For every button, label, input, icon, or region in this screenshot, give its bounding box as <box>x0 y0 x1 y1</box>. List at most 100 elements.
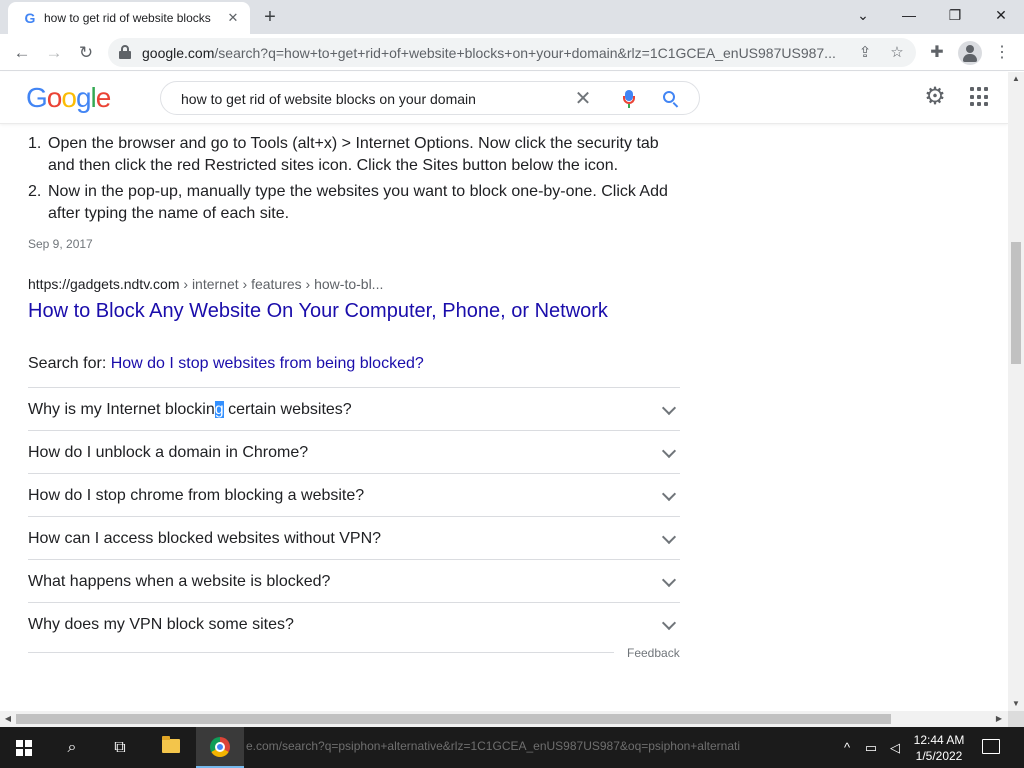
paa-question-row[interactable]: Why is my Internet blocking certain webs… <box>28 387 680 430</box>
paa-question-part: Why is my Internet blockin <box>28 401 215 418</box>
profile-avatar-icon[interactable] <box>958 41 982 65</box>
paa-question: How do I unblock a domain in Chrome? <box>28 444 309 461</box>
search-for-suggestion: Search for: How do I stop websites from … <box>28 355 424 373</box>
reload-icon[interactable]: ↻ <box>73 40 99 66</box>
paa-question-part: certain websites? <box>223 401 352 418</box>
ghost-url-text: e.com/search?q=psiphon+alternative&rlz=1… <box>246 739 740 753</box>
windows-logo-icon <box>16 740 32 756</box>
logo-letter: e <box>95 82 112 113</box>
url-path: /search?q=how+to+get+rid+of+website+bloc… <box>214 45 836 61</box>
search-for-label: Search for: <box>28 355 111 372</box>
volume-muted-icon[interactable]: ◁ <box>884 727 906 768</box>
forward-arrow-icon[interactable]: → <box>41 40 67 66</box>
tray-overflow-chevron-icon[interactable]: ^ <box>836 727 858 768</box>
browser-toolbar: ← → ↻ google.com/search?q=how+to+get+rid… <box>0 34 1024 71</box>
paa-question: Why does my VPN block some sites? <box>28 616 294 633</box>
close-window-button[interactable]: ✕ <box>986 4 1016 26</box>
vertical-scroll-thumb[interactable] <box>1011 242 1021 364</box>
paa-question-row[interactable]: How do I unblock a domain in Chrome? <box>28 430 680 473</box>
network-icon[interactable]: ▭ <box>860 727 882 768</box>
back-arrow-icon[interactable]: ← <box>9 40 35 66</box>
scroll-up-arrow-icon[interactable]: ▲ <box>1008 73 1024 85</box>
tab-title: how to get rid of website blocks <box>44 11 211 25</box>
result-breadcrumb[interactable]: https://gadgets.ndtv.com › internet › fe… <box>28 276 383 292</box>
feedback-link[interactable]: Feedback <box>627 646 680 660</box>
notification-center-icon[interactable] <box>982 739 1000 754</box>
system-clock[interactable]: 12:44 AM 1/5/2022 <box>906 732 972 764</box>
browser-menu-icon[interactable]: ⋮ <box>990 40 1014 66</box>
windows-taskbar: ⌕ ⧉ e.com/search?q=psiphon+alternative&r… <box>0 727 1024 768</box>
url-text[interactable]: google.com/search?q=how+to+get+rid+of+we… <box>142 45 842 61</box>
minimize-button[interactable]: — <box>894 4 924 26</box>
search-box[interactable]: how to get rid of website blocks on your… <box>160 81 700 115</box>
logo-letter: o <box>61 82 77 113</box>
google-favicon-icon: G <box>24 10 36 26</box>
logo-letter: g <box>75 82 92 113</box>
scroll-down-arrow-icon[interactable]: ▼ <box>1008 698 1024 710</box>
settings-gear-icon[interactable]: ⚙ <box>922 84 948 110</box>
microphone-icon[interactable] <box>617 87 641 111</box>
new-tab-button[interactable]: + <box>258 5 282 29</box>
clock-date: 1/5/2022 <box>915 749 963 763</box>
step-text: Now in the pop-up, manually type the web… <box>48 183 668 222</box>
step-number: 1. <box>28 135 42 152</box>
paa-question-row[interactable]: How do I stop chrome from blocking a web… <box>28 473 680 516</box>
paa-question: Why is my Internet blocking certain webs… <box>28 401 352 419</box>
browser-tab[interactable]: G how to get rid of website blocks ✕ <box>8 2 250 34</box>
paa-question-row[interactable]: Why does my VPN block some sites? <box>28 602 680 645</box>
chevron-down-icon[interactable] <box>661 486 677 502</box>
tab-strip: G how to get rid of website blocks ✕ + ⌄… <box>0 0 1024 34</box>
chevron-down-icon[interactable] <box>661 443 677 459</box>
selected-text: g <box>214 401 224 418</box>
url-host: google.com <box>142 45 215 61</box>
chevron-down-icon[interactable] <box>661 400 677 416</box>
start-button[interactable] <box>0 727 48 768</box>
taskbar-search-icon[interactable]: ⌕ <box>48 727 96 768</box>
snippet-date: Sep 9, 2017 <box>28 237 93 251</box>
google-header: Google how to get rid of website blocks … <box>0 72 1008 124</box>
paa-question-row[interactable]: What happens when a website is blocked? <box>28 559 680 602</box>
extensions-puzzle-icon[interactable]: ✚ <box>925 40 949 66</box>
featured-snippet-steps: 1. Open the browser and go to Tools (alt… <box>28 133 668 229</box>
people-also-ask: Why is my Internet blocking certain webs… <box>28 387 680 645</box>
search-icon[interactable] <box>659 87 683 111</box>
google-apps-grid-icon[interactable] <box>970 87 990 107</box>
list-item: 1. Open the browser and go to Tools (alt… <box>28 133 668 177</box>
chevron-down-icon[interactable] <box>661 572 677 588</box>
vertical-scrollbar[interactable] <box>1008 72 1024 711</box>
clock-time: 12:44 AM <box>913 733 965 747</box>
scroll-right-arrow-icon[interactable]: ▶ <box>991 713 1007 725</box>
address-bar[interactable]: google.com/search?q=how+to+get+rid+of+we… <box>108 38 916 67</box>
task-view-icon[interactable]: ⧉ <box>96 727 144 768</box>
google-logo[interactable]: Google <box>26 82 112 114</box>
paa-question: What happens when a website is blocked? <box>28 573 331 590</box>
chrome-icon <box>210 737 230 757</box>
paa-question: How can I access blocked websites withou… <box>28 530 382 547</box>
list-item: 2. Now in the pop-up, manually type the … <box>28 181 668 225</box>
logo-letter: o <box>46 82 63 113</box>
tab-close-icon[interactable]: ✕ <box>224 9 242 27</box>
clear-search-icon[interactable]: ✕ <box>571 87 595 111</box>
tab-search-icon[interactable]: ⌄ <box>848 4 878 26</box>
logo-letter: G <box>26 82 48 113</box>
search-for-link[interactable]: How do I stop websites from being blocke… <box>111 355 424 372</box>
paa-question-row[interactable]: How can I access blocked websites withou… <box>28 516 680 559</box>
bookmark-star-icon[interactable]: ☆ <box>886 42 908 64</box>
chevron-down-icon[interactable] <box>661 615 677 631</box>
lock-icon[interactable] <box>118 45 132 59</box>
cite-host: https://gadgets.ndtv.com <box>28 276 180 292</box>
search-results: 1. Open the browser and go to Tools (alt… <box>0 125 1008 711</box>
divider <box>28 652 614 653</box>
horizontal-scroll-thumb[interactable] <box>16 714 891 724</box>
share-icon[interactable]: ⇪ <box>854 42 876 64</box>
restore-button[interactable]: ❐ <box>940 4 970 26</box>
scroll-left-arrow-icon[interactable]: ◀ <box>0 713 16 725</box>
cite-path: › internet › features › how-to-bl... <box>179 276 384 292</box>
step-number: 2. <box>28 183 42 200</box>
chrome-taskbar-button[interactable] <box>196 727 244 768</box>
result-title-link[interactable]: How to Block Any Website On Your Compute… <box>28 300 608 323</box>
paa-question: How do I stop chrome from blocking a web… <box>28 487 365 504</box>
chevron-down-icon[interactable] <box>661 529 677 545</box>
search-input[interactable]: how to get rid of website blocks on your… <box>181 91 476 107</box>
step-text: Open the browser and go to Tools (alt+x)… <box>48 135 659 174</box>
